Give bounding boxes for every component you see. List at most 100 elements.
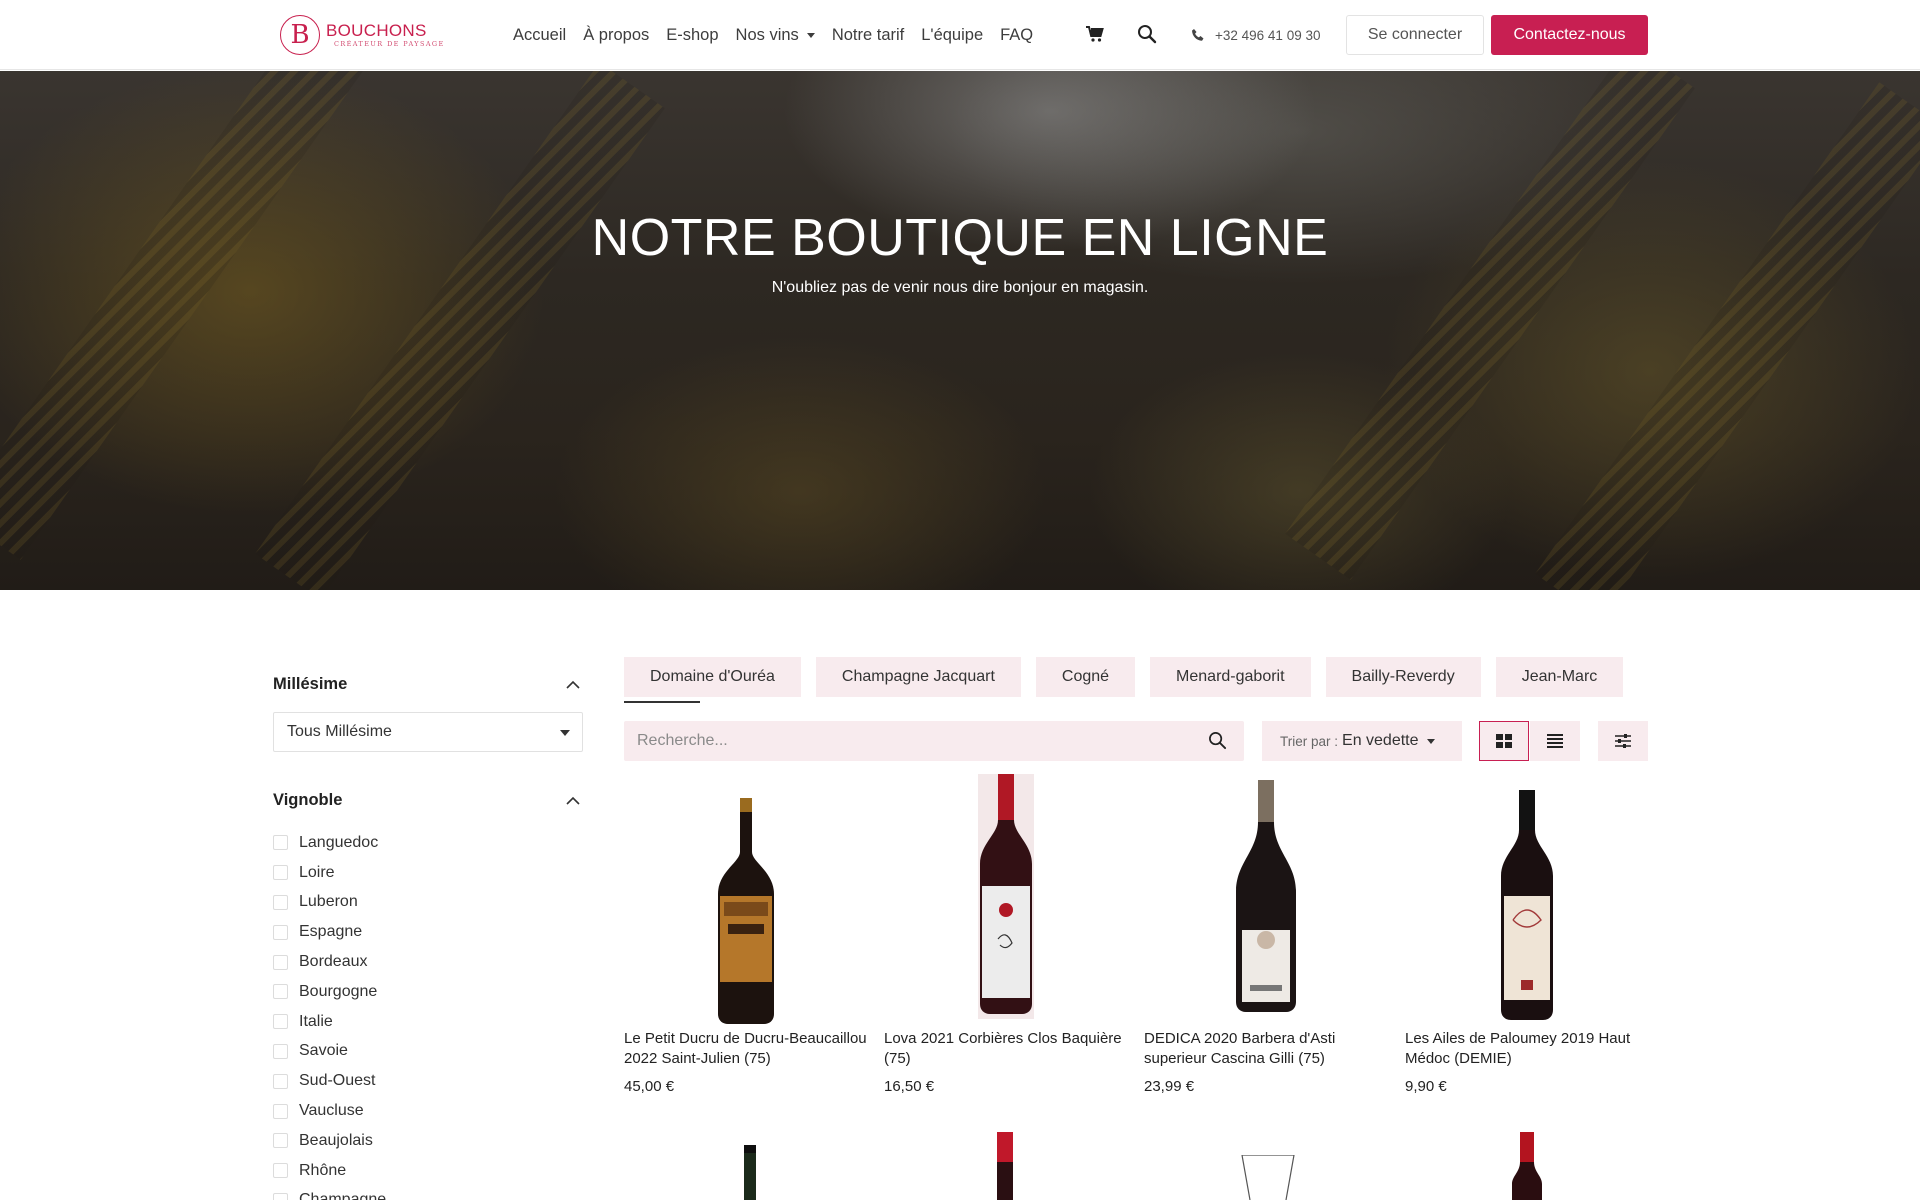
cart-icon[interactable] <box>1085 24 1107 46</box>
product-price: 9,90 € <box>1405 1078 1447 1095</box>
vignoble-option[interactable]: Rhône <box>273 1156 386 1186</box>
vignoble-option[interactable]: Sud-Ouest <box>273 1066 386 1096</box>
nav-item-e-shop[interactable]: E-shop <box>666 26 718 45</box>
checkbox[interactable] <box>273 1073 288 1089</box>
vignoble-option[interactable]: Espagne <box>273 917 386 947</box>
vignoble-option[interactable]: Languedoc <box>273 828 386 858</box>
tab-domaine-ourea[interactable]: Domaine d'Ouréa <box>624 657 801 703</box>
list-view-button[interactable] <box>1530 721 1580 761</box>
chevron-down-icon <box>1426 738 1435 744</box>
producer-tabs: Domaine d'Ouréa Champagne Jacquart Cogné Me… <box>624 657 1649 707</box>
product-image[interactable] <box>1144 776 1387 1021</box>
filters-button[interactable] <box>1598 721 1648 761</box>
vignoble-option[interactable]: Luberon <box>273 888 386 918</box>
product-card[interactable]: DEDICA 2020 Barbera d'Asti superieur Cas… <box>1144 776 1387 1095</box>
hero-subtitle: N'oubliez pas de venir nous dire bonjour… <box>771 279 1149 296</box>
millesime-select[interactable]: Tous Millésime <box>273 712 583 752</box>
nav-item-notre-tarif[interactable]: Notre tarif <box>832 26 904 45</box>
checkbox[interactable] <box>273 954 288 970</box>
search-icon[interactable] <box>1137 24 1159 46</box>
vignoble-option[interactable]: Loire <box>273 858 386 888</box>
list-icon <box>1547 734 1563 748</box>
product-name[interactable]: DEDICA 2020 Barbera d'Asti superieur Cas… <box>1144 1029 1394 1069</box>
sort-label: Trier par : <box>1280 733 1339 749</box>
checkbox[interactable] <box>273 1103 288 1119</box>
checkbox[interactable] <box>273 1192 288 1200</box>
carafe-image <box>1241 1155 1295 1200</box>
product-image[interactable] <box>1405 776 1648 1021</box>
hero-title: NOTRE BOUTIQUE EN LIGNE <box>591 209 1329 267</box>
product-price: 16,50 € <box>884 1078 935 1095</box>
vignoble-option-label: Vaucluse <box>299 1102 364 1120</box>
checkbox[interactable] <box>273 894 288 910</box>
vignoble-option-label: Languedoc <box>299 833 379 851</box>
sort-dropdown[interactable]: Trier par : En vedette <box>1262 721 1462 761</box>
tab-menard-gaborit[interactable]: Menard-gaborit <box>1150 657 1311 697</box>
checkbox[interactable] <box>273 865 288 881</box>
vignoble-option[interactable]: Champagne <box>273 1186 386 1200</box>
vignoble-option[interactable]: Savoie <box>273 1037 386 1067</box>
tab-champagne-jacquart[interactable]: Champagne Jacquart <box>815 657 1021 697</box>
contact-button[interactable]: Contactez-nous <box>1491 15 1648 55</box>
vignoble-option[interactable]: Vaucluse <box>273 1096 386 1126</box>
product-card[interactable]: Lova 2021 Corbières Clos Baquière (75) 1… <box>884 774 1127 1095</box>
product-image[interactable] <box>624 776 867 1024</box>
search-icon[interactable] <box>1208 731 1227 750</box>
grid-view-button[interactable] <box>1479 721 1529 761</box>
checkbox[interactable] <box>273 1163 288 1179</box>
checkbox[interactable] <box>273 1133 288 1149</box>
brand-tagline: CRÉATEUR DE PAYSAGE <box>334 40 445 48</box>
product-name[interactable]: Le Petit Ducru de Ducru-Beaucaillou 2022… <box>624 1029 874 1069</box>
wine-bottle-image <box>744 1145 756 1200</box>
grid-icon <box>1496 734 1512 748</box>
brand-logo[interactable]: B BOUCHONS CRÉATEUR DE PAYSAGE <box>280 13 445 57</box>
nav-item-faq[interactable]: FAQ <box>1000 26 1033 45</box>
vignoble-option-label: Bourgogne <box>299 982 378 1000</box>
checkbox[interactable] <box>273 984 288 1000</box>
checkbox[interactable] <box>273 1043 288 1059</box>
vignoble-option-label: Beaujolais <box>299 1131 373 1149</box>
product-image[interactable] <box>884 774 1127 1021</box>
product-price: 45,00 € <box>624 1078 675 1095</box>
millesime-select-value: Tous Millésime <box>287 723 392 740</box>
wine-bottle-image <box>1236 780 1296 1012</box>
chevron-up-icon[interactable] <box>565 680 581 690</box>
product-name[interactable]: Lova 2021 Corbières Clos Baquière (75) <box>884 1029 1134 1069</box>
filter-vignoble-title: Vignoble <box>273 791 343 809</box>
product-price: 23,99 € <box>1144 1078 1195 1095</box>
vignoble-checklist: Languedoc Loire Luberon Espagne Bordeaux… <box>273 828 386 1200</box>
tab-jean-marc[interactable]: Jean-Marc <box>1495 657 1624 697</box>
vignoble-option-label: Italie <box>299 1012 333 1030</box>
chevron-up-icon[interactable] <box>565 796 581 806</box>
product-search <box>624 721 1244 761</box>
nav-item-equipe[interactable]: L'équipe <box>921 26 983 45</box>
checkbox[interactable] <box>273 835 288 851</box>
chevron-down-icon <box>560 730 570 736</box>
vignoble-option[interactable]: Bordeaux <box>273 947 386 977</box>
checkbox[interactable] <box>273 1014 288 1030</box>
vignoble-option-label: Savoie <box>299 1042 348 1060</box>
nav-item-accueil[interactable]: Accueil <box>513 26 566 45</box>
login-button[interactable]: Se connecter <box>1346 15 1484 55</box>
product-card[interactable]: Les Ailes de Paloumey 2019 Haut Médoc (D… <box>1405 776 1648 1095</box>
vignoble-option[interactable]: Bourgogne <box>273 977 386 1007</box>
hero-banner: NOTRE BOUTIQUE EN LIGNE N'oubliez pas de… <box>0 71 1920 590</box>
vignoble-option[interactable]: Italie <box>273 1007 386 1037</box>
phone-icon <box>1192 29 1204 41</box>
logo-monogram: B <box>280 15 320 55</box>
tab-bailly-reverdy[interactable]: Bailly-Reverdy <box>1325 657 1481 697</box>
wine-bottle-image <box>978 774 1034 1019</box>
nav-item-nos-vins[interactable]: Nos vins <box>736 26 815 45</box>
product-name[interactable]: Les Ailes de Paloumey 2019 Haut Médoc (D… <box>1405 1029 1655 1069</box>
tab-cogne[interactable]: Cogné <box>1035 657 1136 697</box>
search-input[interactable] <box>637 732 1197 750</box>
phone-link[interactable]: +32 496 41 09 30 <box>1191 0 1320 70</box>
vignoble-option[interactable]: Beaujolais <box>273 1126 386 1156</box>
vignoble-option-label: Espagne <box>299 923 363 941</box>
brand-name: BOUCHONS <box>326 21 427 40</box>
wine-bottle-image <box>1512 1132 1542 1200</box>
chevron-down-icon <box>806 32 815 38</box>
nav-item-a-propos[interactable]: À propos <box>583 26 649 45</box>
product-card[interactable]: Le Petit Ducru de Ducru-Beaucaillou 2022… <box>624 776 867 1095</box>
checkbox[interactable] <box>273 924 288 940</box>
